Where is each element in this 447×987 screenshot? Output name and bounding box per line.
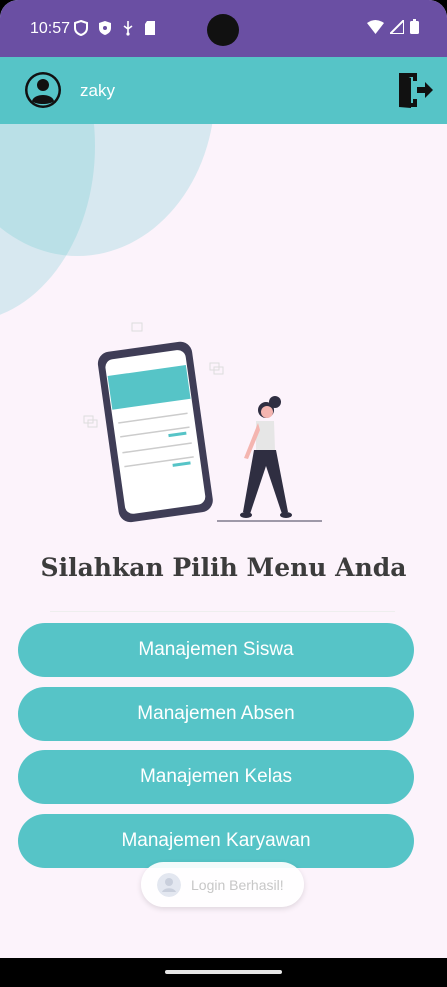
sd-card-icon [145,21,155,35]
username-label: zaky [80,81,115,100]
toast-text: Login Berhasil! [191,876,284,893]
status-icons-left [74,20,156,36]
wifi-icon [367,19,384,34]
app-icon [157,872,181,897]
status-icons-right [367,19,419,34]
front-camera [207,14,239,46]
usb-icon [123,21,133,36]
manajemen-kelas-button[interactable]: Manajemen Kelas [18,750,414,804]
page-title: Silahkan Pilih Menu Anda [40,553,407,582]
app-bar: zaky [0,57,447,124]
manajemen-siswa-button[interactable]: Manajemen Siswa [18,623,414,677]
status-bar: 10:57 [0,0,447,57]
battery-icon [410,19,419,34]
toast-message: Login Berhasil! [141,862,304,907]
home-gesture-pill[interactable] [165,970,282,974]
signal-icon [390,19,404,34]
logout-icon[interactable] [395,70,435,110]
manajemen-karyawan-button[interactable]: Manajemen Karyawan [18,814,414,868]
vpn-icon [99,21,111,35]
app-screen: 10:57 zaky Silahkan Pilih Menu Anda Mana… [0,0,447,987]
navigation-bar [0,958,447,987]
manajemen-absen-button[interactable]: Manajemen Absen [18,687,414,741]
divider [50,611,395,612]
status-time: 10:57 [30,20,71,37]
shield-icon [74,20,88,36]
phone-user-illustration [83,322,322,523]
account-circle-icon[interactable] [24,71,62,109]
